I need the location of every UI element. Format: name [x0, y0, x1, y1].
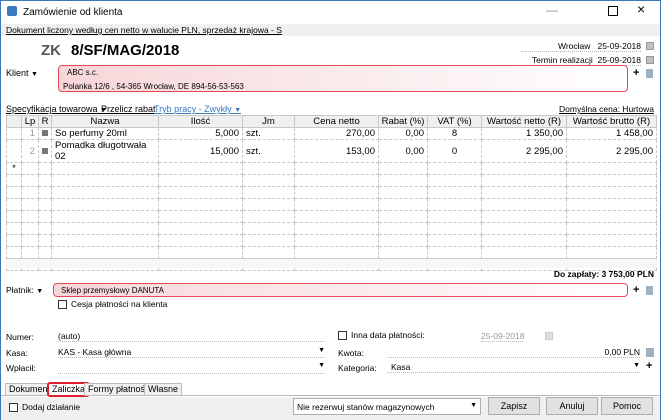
row-marker-icon: [42, 147, 48, 154]
col-discount[interactable]: Rabat (%): [378, 115, 428, 128]
col-r[interactable]: R: [38, 115, 52, 128]
table-header: Lp R Nazwa Ilość Jm Cena netto Rabat (%)…: [6, 115, 657, 128]
add-action-checkbox[interactable]: Dodaj działanie: [9, 402, 80, 413]
kategoria-label: Kategoria:: [338, 363, 377, 373]
wplacil-label: Wpłacił:: [6, 363, 36, 373]
recalc-link[interactable]: Przelicz rabat: [101, 104, 156, 114]
col-net[interactable]: Wartość netto (R): [481, 115, 567, 128]
calendar-icon[interactable]: [646, 56, 654, 64]
col-price[interactable]: Cena netto: [294, 115, 379, 128]
row-marker-icon: [42, 130, 48, 136]
numer-label: Numer:: [6, 332, 34, 342]
payer-card-icon[interactable]: [646, 286, 653, 295]
window: Zamówienie od klienta — × Dokument liczo…: [0, 0, 661, 420]
add-payer-icon[interactable]: +: [633, 284, 639, 296]
calendar-icon[interactable]: [545, 332, 553, 340]
col-unit[interactable]: Jm: [242, 115, 295, 128]
kwota-field[interactable]: 0,00 PLN: [387, 347, 640, 358]
col-qty[interactable]: Ilość: [158, 115, 243, 128]
default-price-link[interactable]: Domyślna cena: Hurtowa: [559, 104, 654, 114]
client-name: ABC s.c.: [67, 68, 99, 77]
client-address: Polanka 12/6 , 54-365 Wrocław, DE 894-56…: [63, 82, 244, 91]
kwota-label: Kwota:: [338, 348, 364, 358]
table-row[interactable]: 1 So perfumy 20ml 5,000 szt. 270,00 0,00 8 1 35…: [6, 127, 657, 140]
doc-prefix: ZK: [41, 42, 61, 59]
items-table: Lp R Nazwa Ilość Jm Cena netto Rabat (%)…: [6, 115, 657, 271]
col-vat[interactable]: VAT (%): [427, 115, 482, 128]
save-button[interactable]: Zapisz: [488, 397, 540, 415]
payer-dropdown[interactable]: Płatnik: ▼: [6, 285, 43, 295]
calendar-icon[interactable]: [646, 42, 654, 50]
app-icon: [7, 6, 17, 16]
total-to-pay: Do zapłaty: 3 753,00 PLN: [553, 269, 654, 279]
place-date[interactable]: Wrocław 25-09-2018: [521, 41, 641, 52]
reserve-select[interactable]: Nie rezerwuj stanów magazynowych ▼: [293, 398, 481, 415]
new-row[interactable]: *: [6, 162, 657, 175]
col-name[interactable]: Nazwa: [51, 115, 159, 128]
spec-dropdown[interactable]: Specyfikacja towarowa ▼: [6, 104, 107, 114]
client-dropdown[interactable]: Klient ▼: [6, 68, 38, 78]
close-button[interactable]: ×: [637, 1, 645, 17]
add-category-icon[interactable]: +: [646, 360, 652, 372]
doc-number: 8/SF/MAG/2018: [71, 42, 180, 59]
payer-name: Sklep przemysłowy DANUTA: [61, 286, 164, 295]
minimize-button[interactable]: —: [546, 3, 558, 17]
col-lp[interactable]: Lp: [21, 115, 39, 128]
maximize-button[interactable]: [608, 6, 618, 16]
cancel-button[interactable]: Anuluj: [546, 397, 598, 415]
help-button[interactable]: Pomoc: [601, 397, 653, 415]
window-title: Zamówienie od klienta: [23, 7, 123, 18]
table-row[interactable]: 2 Pomadka długotrwała 02 15,000 szt. 153,00 0…: [6, 139, 657, 163]
mode-dropdown[interactable]: Tryb pracy - Zwykły ▼: [154, 104, 241, 114]
cession-checkbox[interactable]: Cesja płatności na klienta: [58, 299, 167, 310]
numer-field[interactable]: (auto): [58, 331, 325, 342]
other-date-field[interactable]: 25-09-2018: [481, 331, 524, 342]
document-info-link[interactable]: Dokument liczony według cen netto w walu…: [6, 25, 282, 35]
add-client-icon[interactable]: +: [633, 67, 639, 79]
other-date-checkbox[interactable]: Inna data płatności:: [338, 330, 425, 341]
wplacil-select[interactable]: ▼: [58, 362, 325, 374]
client-card-icon[interactable]: [646, 69, 653, 78]
kasa-select[interactable]: KAS - Kasa główna ▼: [58, 347, 325, 358]
kategoria-select[interactable]: Kasa ▼: [387, 362, 640, 373]
kasa-label: Kasa:: [6, 348, 28, 358]
tab-wlasne[interactable]: Własne: [144, 383, 183, 396]
calculator-icon[interactable]: [646, 348, 654, 357]
col-gross[interactable]: Wartość brutto (R): [566, 115, 657, 128]
